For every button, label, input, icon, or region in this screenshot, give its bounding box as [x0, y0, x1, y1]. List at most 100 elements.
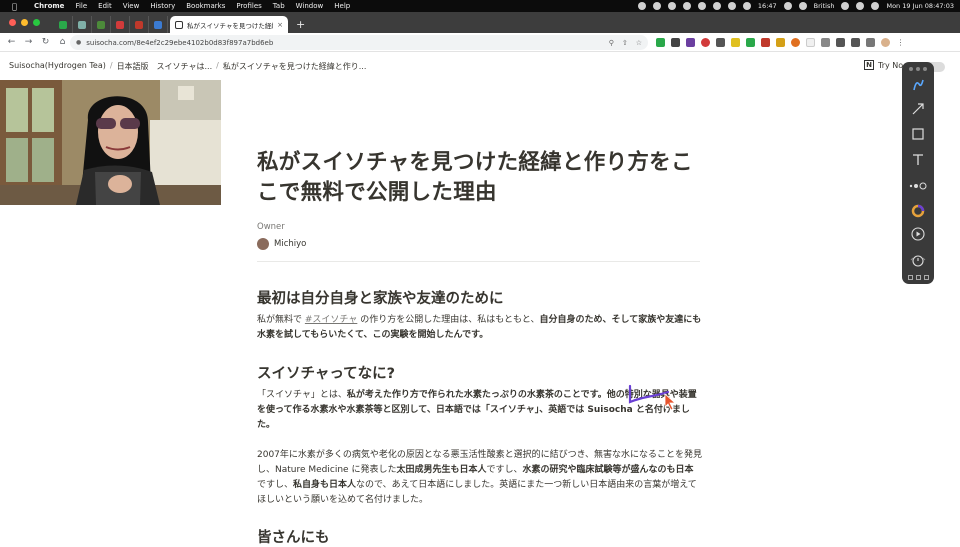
status-app-icon[interactable] — [682, 2, 691, 10]
extension-icon[interactable] — [806, 38, 815, 47]
menu-file[interactable]: File — [75, 2, 87, 10]
apple-menu-icon[interactable]:  — [12, 2, 22, 11]
extension-icon[interactable] — [761, 38, 770, 47]
pinned-tab[interactable] — [73, 16, 92, 33]
menu-help[interactable]: Help — [334, 2, 350, 10]
share-icon[interactable]: ⇧ — [622, 39, 628, 47]
owner-property-value[interactable]: Michiyo — [257, 238, 702, 250]
wifi-icon[interactable] — [798, 2, 807, 10]
menu-bar-clock[interactable]: Mon 19 Jun 08:47:03 — [886, 2, 954, 10]
color-picker-button[interactable] — [902, 202, 934, 220]
zoom-icon[interactable]: ⚲ — [609, 39, 614, 47]
breadcrumb-separator: / — [109, 61, 113, 70]
sidebar-icon[interactable] — [866, 38, 875, 47]
tab-active[interactable]: 私がスイソチャを見つけた経緯と作り方 × — [170, 16, 288, 33]
bookmark-star-icon[interactable]: ☆ — [636, 39, 642, 47]
timer-icon — [910, 255, 926, 267]
media-icon[interactable] — [851, 38, 860, 47]
extension-icon[interactable] — [656, 38, 665, 47]
pinned-tab[interactable] — [149, 16, 168, 33]
search-icon[interactable] — [856, 2, 865, 10]
pinned-tab[interactable] — [92, 16, 111, 33]
paragraph-1[interactable]: 私が無料で #スイソチャ の作り方を公開した理由は、私はもともと、自分自身のため… — [257, 313, 702, 343]
breadcrumb-item[interactable]: 日本語版 スイソチャは... — [117, 61, 213, 72]
menu-tab[interactable]: Tab — [273, 2, 285, 10]
menu-bar-status: 16:47 British Mon 19 Jun 08:47:03 — [637, 0, 960, 12]
control-center-icon[interactable] — [871, 2, 880, 10]
puzzle-extensions-icon[interactable] — [836, 38, 845, 47]
minimize-window-icon[interactable] — [21, 19, 28, 26]
input-source-label[interactable]: British — [814, 2, 835, 10]
status-app-icon[interactable] — [667, 2, 676, 10]
heading-section-3[interactable]: 皆さんにも — [257, 526, 702, 547]
status-app-icon[interactable] — [783, 2, 792, 10]
screenshot-icon[interactable] — [915, 274, 921, 280]
arrow-tool-button[interactable] — [902, 100, 934, 118]
pinned-tab[interactable] — [130, 16, 149, 33]
page-title[interactable]: 私がスイソチャを見つけた経緯と作り方をここで無料で公開した理由 — [257, 148, 702, 208]
tab-favicon-icon — [97, 20, 105, 29]
menu-window[interactable]: Window — [296, 2, 324, 10]
menu-profiles[interactable]: Profiles — [236, 2, 261, 10]
heading-section-1[interactable]: 最初は自分自身と家族や友達のために — [257, 287, 702, 308]
stroke-width-button[interactable] — [902, 177, 934, 195]
site-info-icon[interactable]: ● — [76, 39, 81, 46]
breadcrumb-item[interactable]: Suisocha(Hydrogen Tea) — [9, 61, 106, 72]
timer-button[interactable] — [902, 251, 934, 269]
status-app-icon[interactable] — [712, 2, 721, 10]
settings-icon[interactable] — [923, 274, 929, 280]
status-app-icon[interactable] — [697, 2, 706, 10]
toolbar-dot-icon[interactable] — [916, 67, 920, 71]
extension-icon[interactable] — [671, 38, 680, 47]
text-tool-button[interactable] — [902, 151, 934, 169]
status-app-icon[interactable] — [637, 2, 646, 10]
profile-avatar-icon[interactable] — [881, 38, 890, 47]
pen-tool-button[interactable] — [902, 76, 934, 94]
reload-icon[interactable]: ↻ — [37, 37, 54, 47]
eraser-icon[interactable] — [907, 274, 913, 280]
extension-icon[interactable] — [821, 38, 830, 47]
extension-icon[interactable] — [791, 38, 800, 47]
heading-section-2[interactable]: スイソチャってなに? — [257, 362, 702, 383]
chrome-menu-icon[interactable]: ⋮ — [896, 38, 905, 47]
toolbar-dot-icon[interactable] — [909, 67, 913, 71]
menu-app-name[interactable]: Chrome — [34, 2, 64, 10]
extension-icon[interactable] — [716, 38, 725, 47]
extension-icon[interactable] — [731, 38, 740, 47]
hashtag-link[interactable]: #スイソチャ — [305, 315, 357, 325]
paragraph-3[interactable]: 2007年に水素が多くの病気や老化の原因となる悪玉活性酸素と選択的に結びつき、無… — [257, 448, 702, 508]
new-tab-button[interactable]: + — [296, 16, 305, 33]
status-app-icon[interactable] — [727, 2, 736, 10]
pinned-tab[interactable] — [54, 16, 73, 33]
extension-icon[interactable] — [746, 38, 755, 47]
menu-history[interactable]: History — [150, 2, 175, 10]
extension-icon[interactable] — [686, 38, 695, 47]
pinned-tab[interactable] — [111, 16, 130, 33]
address-bar-actions: ⚲ ⇧ ☆ — [609, 35, 642, 50]
address-bar[interactable]: ● suisocha.com/8e4ef2c29ebe4102b0d83f897… — [70, 35, 648, 50]
url-text[interactable]: suisocha.com/8e4ef2c29ebe4102b0d83f897a7… — [86, 39, 273, 47]
menu-view[interactable]: View — [123, 2, 140, 10]
back-arrow-icon[interactable]: ← — [3, 37, 20, 47]
home-icon[interactable]: ⌂ — [54, 37, 71, 47]
toolbar-dot-icon[interactable] — [923, 67, 927, 71]
status-app-icon[interactable] — [742, 2, 751, 10]
play-button[interactable] — [902, 225, 934, 243]
webcam-video — [0, 80, 221, 205]
battery-icon[interactable] — [841, 2, 850, 10]
forward-arrow-icon[interactable]: → — [20, 37, 37, 47]
try-notion-button[interactable]: N Try No — [864, 60, 903, 70]
close-tab-icon[interactable]: × — [277, 21, 283, 29]
zoom-window-icon[interactable] — [33, 19, 40, 26]
breadcrumb-item[interactable]: 私がスイソチャを見つけた経緯と作り... — [223, 61, 367, 72]
status-timer-text[interactable]: 16:47 — [758, 2, 777, 10]
menu-bookmarks[interactable]: Bookmarks — [186, 2, 225, 10]
status-app-icon[interactable] — [652, 2, 661, 10]
try-notion-label: Try No — [878, 60, 904, 70]
mouse-cursor-icon — [664, 393, 676, 411]
extension-icon[interactable] — [701, 38, 710, 47]
menu-edit[interactable]: Edit — [98, 2, 112, 10]
extension-icon[interactable] — [776, 38, 785, 47]
rectangle-tool-button[interactable] — [902, 125, 934, 143]
close-window-icon[interactable] — [9, 19, 16, 26]
